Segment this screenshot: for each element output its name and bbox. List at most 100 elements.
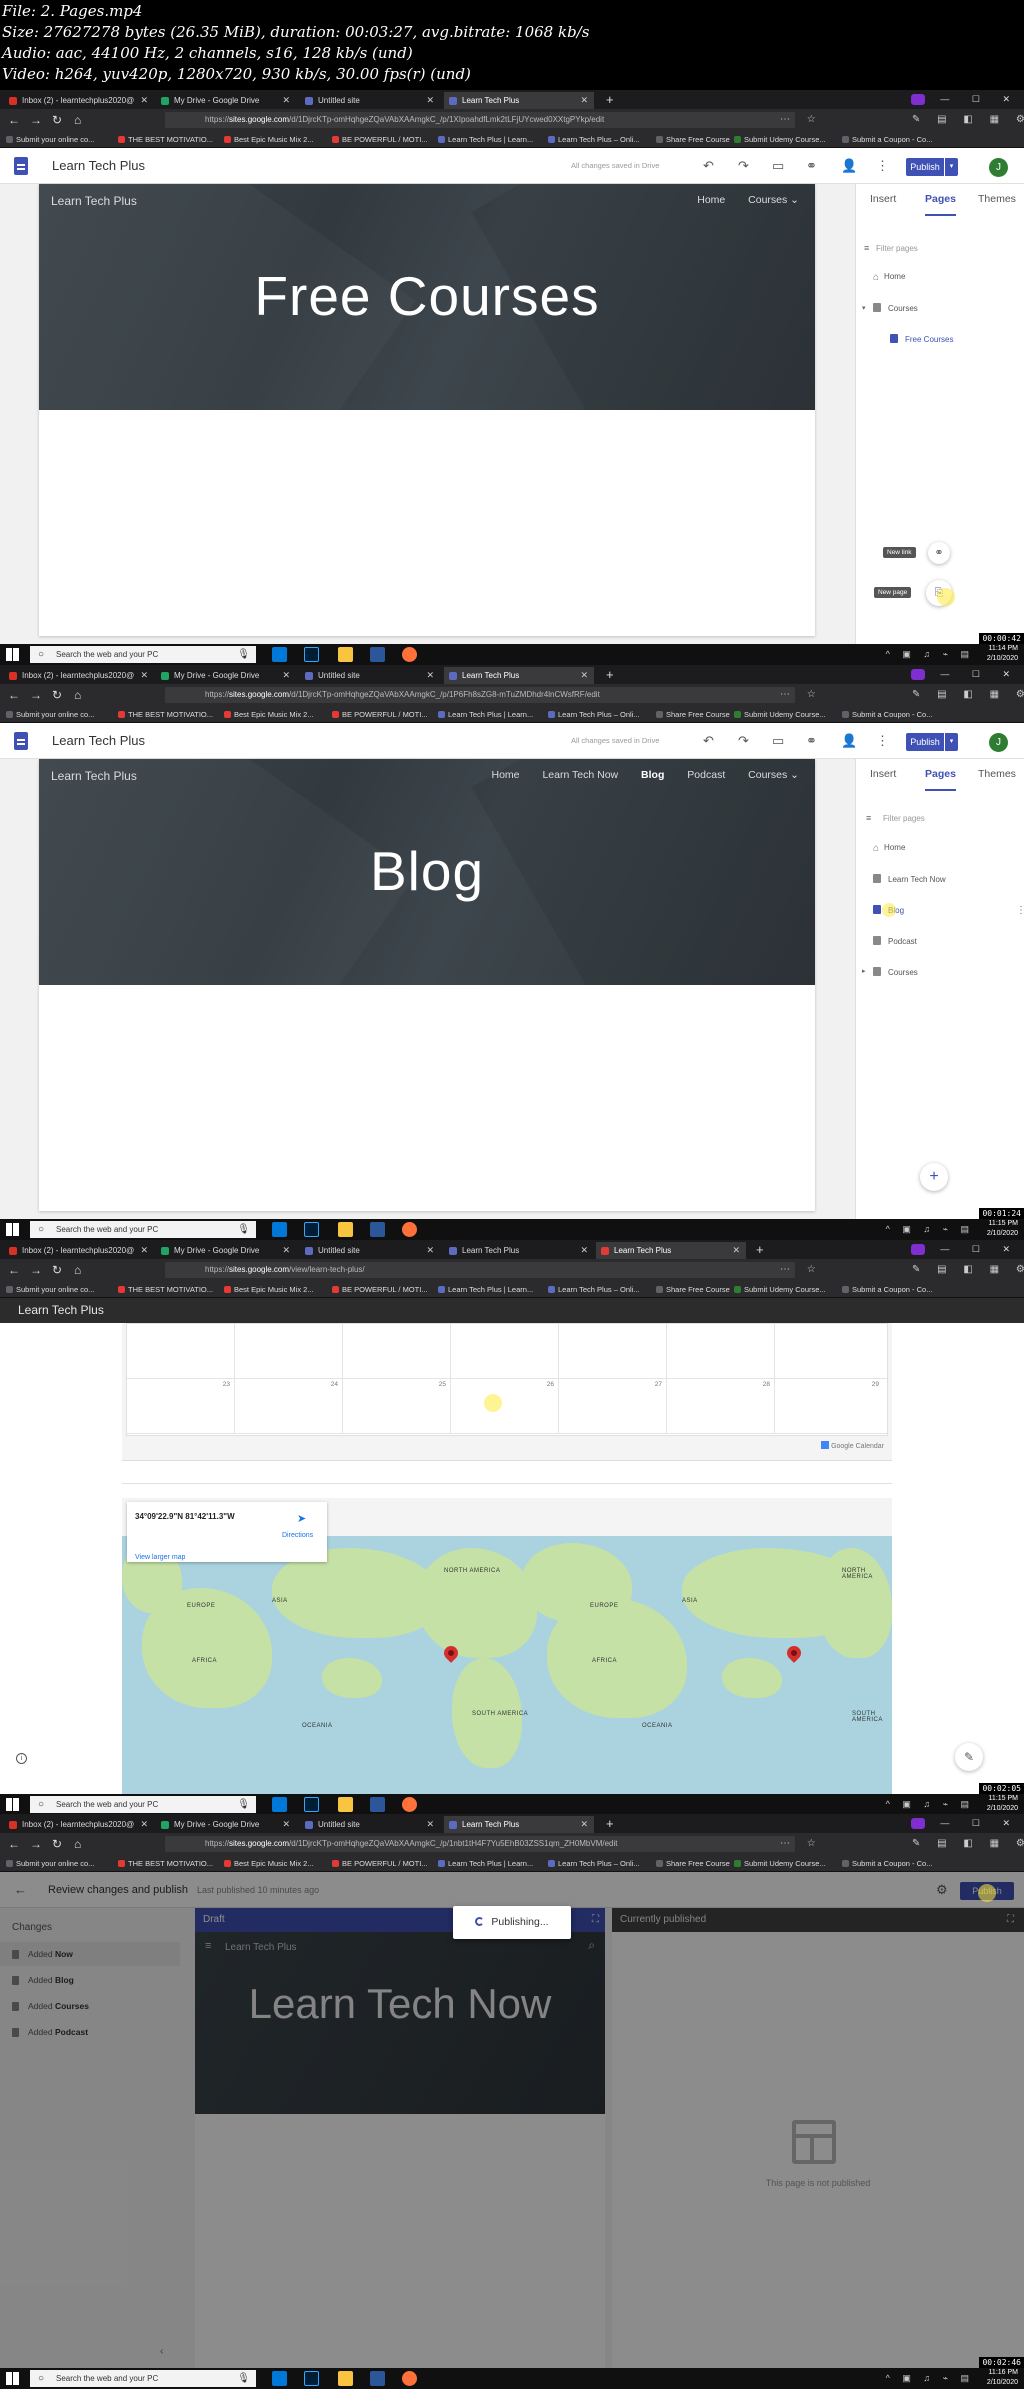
browser-tab[interactable]: Untitled site ✕ [300,667,440,684]
page-item-home[interactable]: ⌂ Home [873,843,905,854]
publish-menu-button[interactable]: ▾ [945,158,958,176]
close-icon[interactable]: ✕ [732,1242,740,1259]
back-arrow-icon[interactable]: ← [8,1836,20,1852]
nav-item-podcast[interactable]: Podcast [687,769,725,781]
more-vert-icon[interactable]: ⋮ [1016,905,1024,916]
close-icon[interactable]: ✕ [140,1242,148,1259]
view-larger-map-link[interactable]: View larger map [135,1554,185,1561]
bookmark[interactable]: BE POWERFUL / MOTI... [330,1281,428,1298]
bookmark[interactable]: Share Free Course [654,1855,730,1872]
close-icon[interactable]: ✕ [140,667,148,684]
taskbar-search[interactable]: ○ Search the web and your PC 🎙 [30,1221,256,1238]
new-tab-button[interactable]: + [606,90,614,109]
window-controls[interactable]: — ☐ ✕ [940,1240,1020,1259]
file-explorer-icon[interactable] [338,647,353,662]
system-tray-icons[interactable]: ^ ▣ ♫ ⌁ ▤ [886,1794,974,1815]
browser-tab[interactable]: Untitled site ✕ [300,1816,440,1833]
nav-item-courses[interactable]: Courses ⌄ [748,769,799,781]
close-icon[interactable]: ✕ [580,667,588,684]
bookmark[interactable]: Best Epic Music Mix 2... [222,1855,314,1872]
redo-icon[interactable]: ↷ [738,148,749,184]
address-bar[interactable]: https://sites.google.com/d/1DjrcKTp-omHq… [165,112,795,128]
browser-tab[interactable]: My Drive - Google Drive ✕ [156,1816,296,1833]
bookmark[interactable]: Learn Tech Plus | Learn... [436,1281,533,1298]
nav-item-courses[interactable]: Courses ⌄ [748,194,799,206]
address-bar[interactable]: https://sites.google.com/d/1DjrcKTp-omHq… [165,687,795,703]
browser-tab-active[interactable]: Learn Tech Plus ✕ [444,92,594,109]
bookmark[interactable]: Best Epic Music Mix 2... [222,131,314,148]
calendar-day[interactable]: 29 [775,1379,883,1434]
bookmark[interactable]: Submit a Coupon - Co... [840,1281,932,1298]
page-item-home[interactable]: ⌂ Home [873,272,905,283]
close-icon[interactable]: ✕ [580,92,588,109]
browser-tab[interactable]: Inbox (2) - learntechplus2020@ ✕ [4,1242,154,1259]
bookmark[interactable]: Share Free Course [654,1281,730,1298]
reload-icon[interactable]: ↻ [52,1836,62,1852]
close-icon[interactable]: ✕ [426,1242,434,1259]
bookmark[interactable]: Learn Tech Plus | Learn... [436,706,533,723]
window-controls[interactable]: — ☐ ✕ [940,665,1020,684]
bookmark[interactable]: Best Epic Music Mix 2... [222,1281,314,1298]
close-icon[interactable]: ✕ [140,92,148,109]
bookmark[interactable]: THE BEST MOTIVATIO... [116,131,213,148]
nav-item-home[interactable]: Home [492,769,520,781]
forward-arrow-icon[interactable]: → [30,1262,42,1278]
expand-caret-icon[interactable]: ▸ [862,967,866,975]
site-name[interactable]: Learn Tech Plus [52,723,145,759]
bookmark[interactable]: Submit your online co... [4,706,94,723]
task-view-icon[interactable] [272,2371,287,2386]
calendar-day[interactable]: 24 [235,1379,343,1434]
photoshop-icon[interactable] [304,647,319,662]
file-explorer-icon[interactable] [338,1797,353,1812]
directions-icon[interactable]: ➤ [297,1512,306,1525]
window-controls[interactable]: — ☐ ✕ [940,1814,1020,1833]
page-hero[interactable]: Learn Tech Plus Home Courses ⌄ Free Cour… [39,184,815,410]
bookmark[interactable]: Share Free Course [654,706,730,723]
tab-themes[interactable]: Themes [978,184,1016,214]
firefox-icon[interactable] [402,2371,417,2386]
bookmark[interactable]: Submit Udemy Course... [732,706,826,723]
tab-pages[interactable]: Pages [925,759,956,791]
bookmark[interactable]: THE BEST MOTIVATIO... [116,1281,213,1298]
toolbar-icons[interactable]: ✎ ▤ ◧ ▦ ⚙ ≡ [912,687,1024,703]
browser-tab[interactable]: Untitled site ✕ [300,1242,440,1259]
task-view-icon[interactable] [272,1797,287,1812]
map-pin-icon[interactable] [784,1643,804,1663]
photoshop-icon[interactable] [304,1222,319,1237]
photoshop-icon[interactable] [304,2371,319,2386]
windows-logo-icon[interactable] [6,1223,19,1236]
bookmark[interactable]: BE POWERFUL / MOTI... [330,131,428,148]
windows-logo-icon[interactable] [6,648,19,661]
nav-item-learn-tech-now[interactable]: Learn Tech Now [542,769,618,781]
file-explorer-icon[interactable] [338,1222,353,1237]
close-icon[interactable]: ✕ [426,1816,434,1833]
close-icon[interactable]: ✕ [140,1816,148,1833]
calendar-day[interactable]: 23 [127,1379,235,1434]
close-icon[interactable]: ✕ [282,92,290,109]
browser-tab-active[interactable]: Learn Tech Plus ✕ [596,1242,746,1259]
windows-logo-icon[interactable] [6,1798,19,1811]
toolbar-icons[interactable]: ✎ ▤ ◧ ▦ ⚙ ≡ [912,1836,1024,1852]
close-icon[interactable]: ✕ [282,1242,290,1259]
preview-icon[interactable]: ▭ [772,723,784,759]
page-item-free-courses[interactable]: Free Courses [890,334,953,344]
reload-icon[interactable]: ↻ [52,112,62,128]
close-icon[interactable]: ✕ [580,1242,588,1259]
taskbar-search[interactable]: ○ Search the web and your PC 🎙 [30,646,256,663]
page-item-courses[interactable]: Courses [873,967,918,977]
bookmark[interactable]: THE BEST MOTIVATIO... [116,706,213,723]
toolbar-icons[interactable]: ✎ ▤ ◧ ▦ ⚙ ≡ [912,1262,1024,1278]
browser-tab[interactable]: Untitled site ✕ [300,92,440,109]
system-clock[interactable]: 11:16 PM 2/10/2020 [987,2368,1018,2388]
bookmark[interactable]: Learn Tech Plus | Learn... [436,131,533,148]
calendar-day[interactable]: 28 [667,1379,775,1434]
tab-insert[interactable]: Insert [870,184,896,214]
add-page-button[interactable]: + [920,1163,948,1191]
publish-menu-button[interactable]: ▾ [945,733,958,751]
share-icon[interactable]: 👤 [841,148,857,184]
browser-tab[interactable]: My Drive - Google Drive ✕ [156,92,296,109]
filter-pages[interactable]: ≡ Filter pages [866,813,925,823]
embedded-map[interactable]: ASIA EUROPE AFRICA SOUTH AMERICA OCEANIA… [122,1498,892,1794]
close-icon[interactable]: ✕ [282,667,290,684]
close-icon[interactable]: ✕ [282,1816,290,1833]
